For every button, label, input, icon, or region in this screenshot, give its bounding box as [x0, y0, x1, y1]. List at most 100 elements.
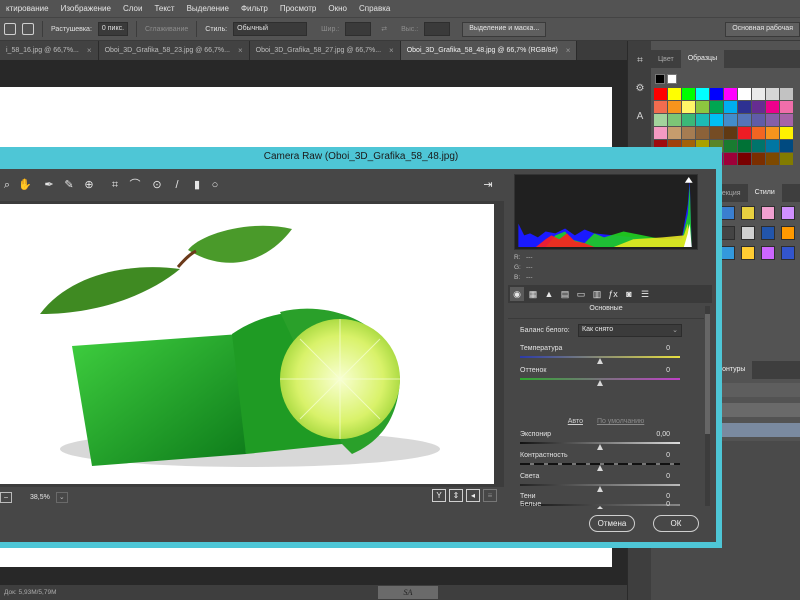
swatch[interactable]: [738, 153, 751, 165]
swatch[interactable]: [780, 140, 793, 152]
style-preset[interactable]: [721, 226, 735, 240]
lens-corrections-icon[interactable]: ▥: [590, 287, 604, 301]
swatch[interactable]: [654, 101, 667, 113]
scrollbar[interactable]: [705, 306, 710, 506]
slider-value[interactable]: 0: [666, 493, 670, 500]
hand-tool-icon[interactable]: ✋: [18, 178, 32, 192]
swap-icon[interactable]: ⇄: [381, 25, 387, 33]
style-preset[interactable]: [761, 226, 775, 240]
menu-window[interactable]: Окно: [322, 4, 353, 13]
effects-icon[interactable]: ƒx: [606, 287, 620, 301]
swatch[interactable]: [724, 101, 737, 113]
feather-input[interactable]: 0 пикс.: [97, 22, 129, 36]
workspace-select[interactable]: Основная рабочая: [725, 21, 800, 37]
swatch[interactable]: [752, 153, 765, 165]
menu-filter[interactable]: Фильтр: [235, 4, 274, 13]
zoom-tool-icon[interactable]: ⌕: [0, 178, 14, 192]
swap-settings-button[interactable]: ⇕: [449, 489, 463, 502]
radial-filter-icon[interactable]: ○: [208, 178, 222, 192]
swatch[interactable]: [710, 114, 723, 126]
menu-help[interactable]: Справка: [353, 4, 396, 13]
menu-text[interactable]: Текст: [148, 4, 180, 13]
swatch[interactable]: [766, 101, 779, 113]
styles-grid[interactable]: [721, 206, 800, 260]
brush-tool-icon[interactable]: /: [170, 178, 184, 192]
close-icon[interactable]: ×: [238, 46, 243, 55]
swatch[interactable]: [738, 101, 751, 113]
swatch[interactable]: [752, 114, 765, 126]
swatch[interactable]: [724, 153, 737, 165]
style-preset[interactable]: [721, 206, 735, 220]
swatch[interactable]: [738, 127, 751, 139]
tab-document[interactable]: i_58_16.jpg @ 66,7%... ×: [0, 41, 99, 60]
swatch[interactable]: [752, 101, 765, 113]
tab-document-active[interactable]: Oboi_3D_Grafika_58_48.jpg @ 66,7% (RGB/8…: [400, 41, 578, 60]
toggle-default-button[interactable]: ≡: [483, 489, 497, 502]
swatch[interactable]: [710, 101, 723, 113]
scrollbar-thumb[interactable]: [705, 314, 710, 434]
auto-link[interactable]: Авто: [568, 418, 583, 425]
properties-icon[interactable]: ⚙: [634, 83, 646, 95]
swatch[interactable]: [780, 114, 793, 126]
swatch[interactable]: [682, 88, 695, 100]
slider-thumb[interactable]: [597, 358, 603, 364]
before-after-toggle[interactable]: Y: [432, 489, 446, 502]
slider-value[interactable]: 0: [666, 473, 670, 480]
swatch[interactable]: [696, 88, 709, 100]
list-item[interactable]: [721, 383, 800, 397]
tone-curve-icon[interactable]: ▦: [526, 287, 540, 301]
preview-image[interactable]: [0, 204, 494, 484]
tab-document[interactable]: Oboi_3D_Grafika_58_23.jpg @ 66,7%... ×: [98, 41, 250, 60]
swatch[interactable]: [752, 140, 765, 152]
tint-slider[interactable]: Оттенок 0: [520, 367, 692, 389]
open-preferences-icon[interactable]: ⇥: [481, 178, 495, 192]
style-preset[interactable]: [781, 226, 795, 240]
style-preset[interactable]: [781, 206, 795, 220]
swatch[interactable]: [668, 127, 681, 139]
detail-icon[interactable]: ▲: [542, 287, 556, 301]
style-preset[interactable]: [741, 206, 755, 220]
menu-edit[interactable]: ктирование: [0, 4, 55, 13]
white-balance-select[interactable]: Как снято ⌄: [578, 323, 682, 337]
swatch[interactable]: [682, 114, 695, 126]
swatch[interactable]: [724, 88, 737, 100]
swatch[interactable]: [780, 153, 793, 165]
swatch[interactable]: [766, 140, 779, 152]
slider-value[interactable]: 0,00: [656, 431, 670, 438]
swatch[interactable]: [668, 101, 681, 113]
swatch[interactable]: [654, 114, 667, 126]
swatch[interactable]: [682, 101, 695, 113]
style-select[interactable]: Обычный: [233, 22, 308, 36]
copy-settings-button[interactable]: ◂: [466, 489, 480, 502]
swatch[interactable]: [682, 127, 695, 139]
antialias-checkbox[interactable]: Сглаживание: [145, 26, 188, 33]
close-icon[interactable]: ×: [389, 46, 394, 55]
tab-document[interactable]: Oboi_3D_Grafika_58_27.jpg @ 66,7%... ×: [249, 41, 401, 60]
subtract-selection-icon[interactable]: [22, 23, 34, 35]
swatch[interactable]: [696, 127, 709, 139]
swatch[interactable]: [752, 127, 765, 139]
menu-layers[interactable]: Слои: [117, 4, 148, 13]
contrast-slider[interactable]: Контрастность 0: [520, 452, 692, 474]
swatch[interactable]: [724, 114, 737, 126]
list-item[interactable]: [721, 423, 800, 437]
default-link[interactable]: По умолчанию: [597, 418, 644, 425]
target-adjust-icon[interactable]: ⊕: [82, 178, 96, 192]
graduated-filter-icon[interactable]: ▮: [190, 178, 204, 192]
whites-slider[interactable]: Белые 0: [520, 501, 692, 513]
camera-calibration-icon[interactable]: ◙: [622, 287, 636, 301]
tab-swatches[interactable]: Образцы: [680, 50, 725, 68]
swatch[interactable]: [780, 101, 793, 113]
highlights-slider[interactable]: Света 0: [520, 473, 692, 495]
style-preset[interactable]: [761, 246, 775, 260]
history-icon[interactable]: ⌗: [634, 55, 646, 67]
swatch[interactable]: [766, 88, 779, 100]
swatch[interactable]: [724, 140, 737, 152]
tab-styles[interactable]: Стили: [747, 184, 782, 202]
swatch[interactable]: [696, 114, 709, 126]
swatch[interactable]: [654, 88, 667, 100]
swatch[interactable]: [738, 114, 751, 126]
cancel-button[interactable]: Отмена: [589, 515, 635, 532]
slider-thumb[interactable]: [597, 380, 603, 386]
slider-thumb[interactable]: [597, 486, 603, 492]
